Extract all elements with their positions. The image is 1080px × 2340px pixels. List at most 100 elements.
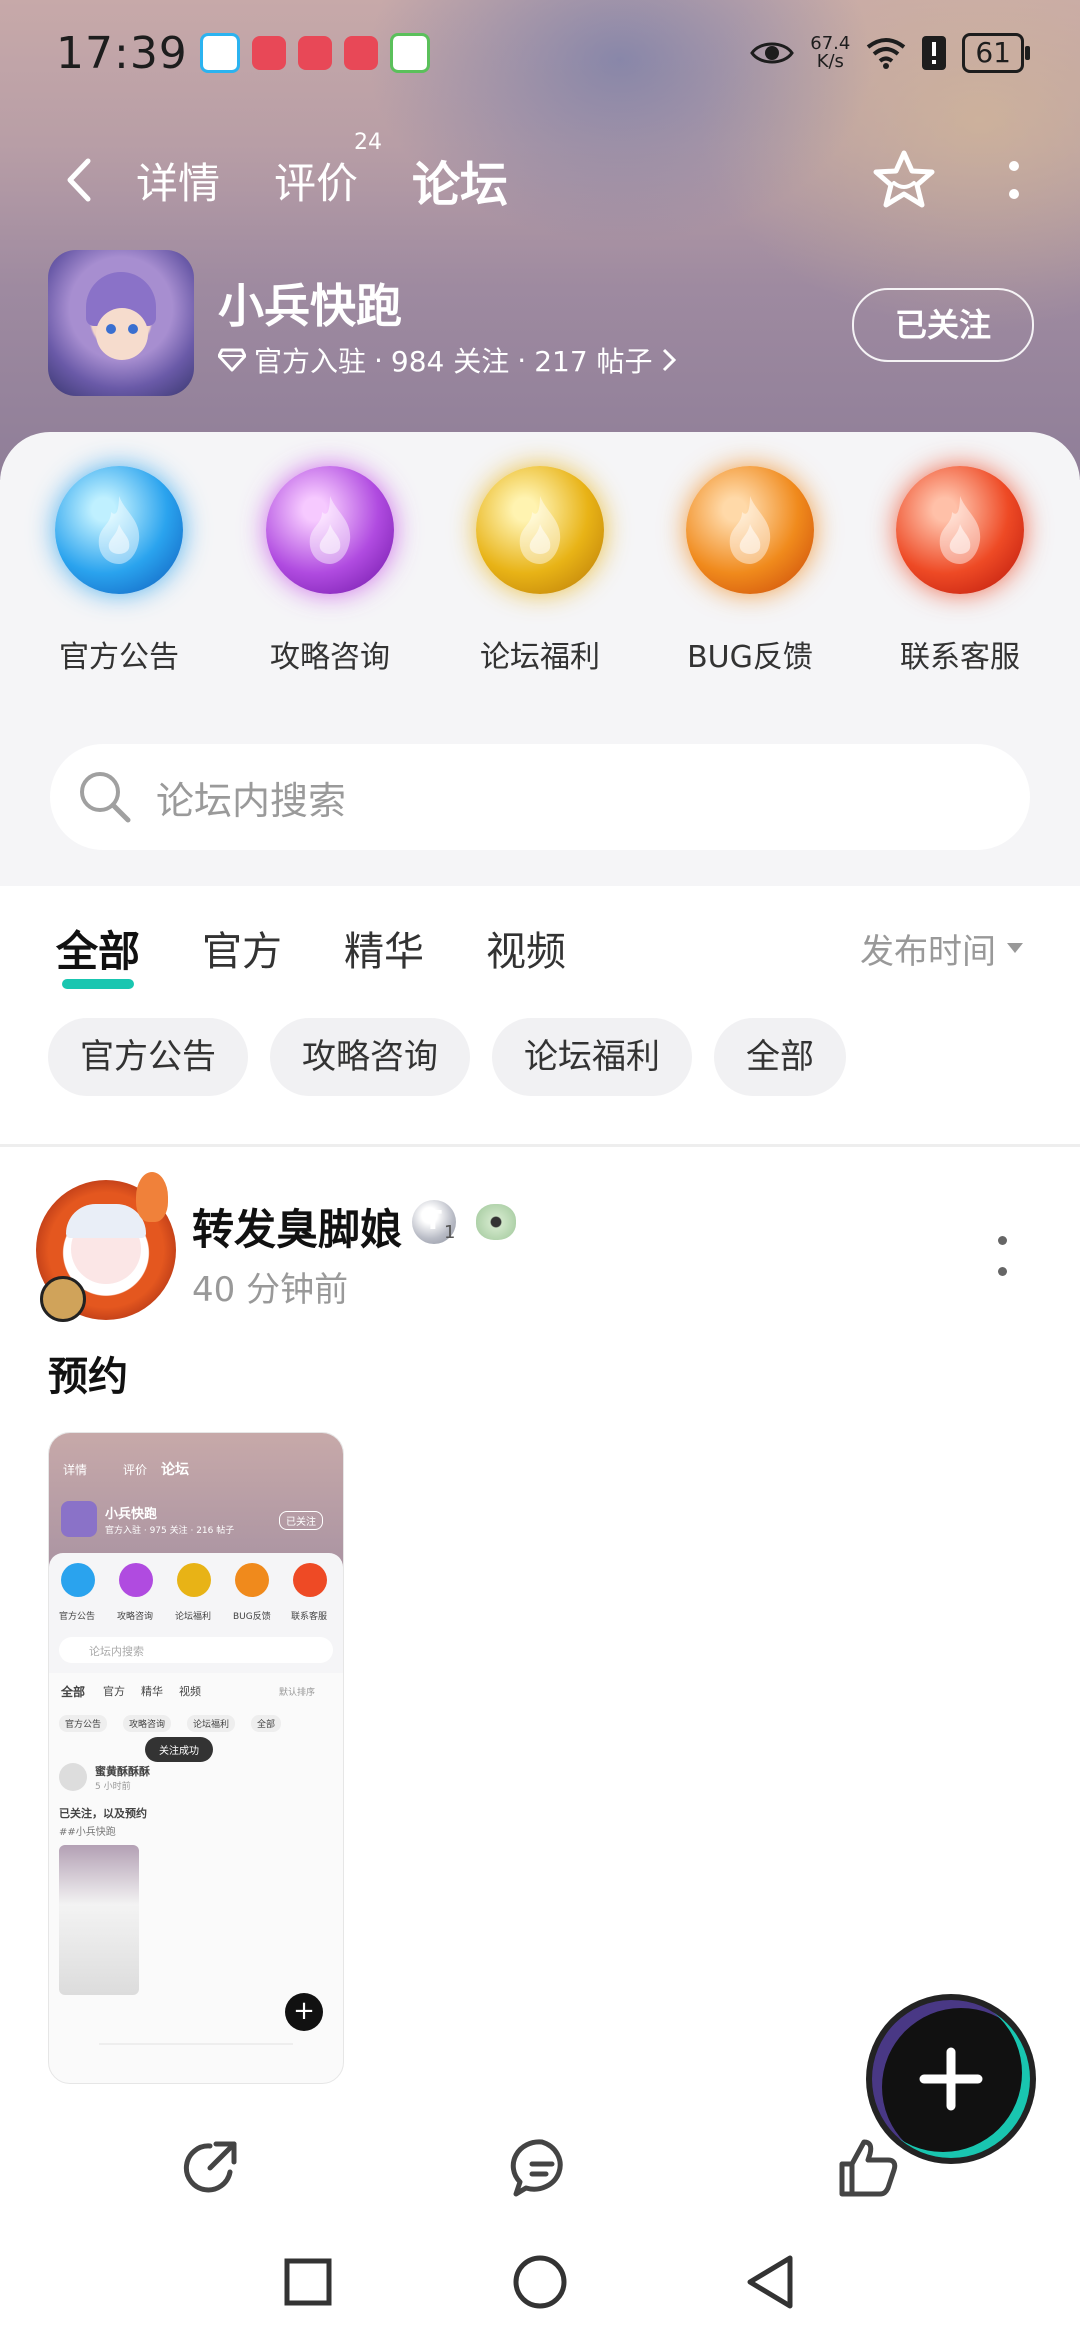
tab-forum-label: 论坛 bbox=[412, 157, 509, 213]
thumb-feed-tab: 精华 bbox=[141, 1685, 163, 1698]
thumb-chip: 论坛福利 bbox=[187, 1715, 236, 1732]
category-label: 联系客服 bbox=[900, 640, 1020, 675]
wifi-icon bbox=[867, 38, 906, 69]
thumb-meta: 官方入驻 · 975 关注 · 216 帖子 bbox=[105, 1526, 235, 1536]
category-label: 攻略咨询 bbox=[270, 640, 390, 675]
alert-icon bbox=[922, 36, 947, 70]
thumb-tab: 详情 bbox=[63, 1463, 88, 1477]
thumb-cat: 论坛福利 bbox=[175, 1612, 212, 1622]
thumb-feed-tab: 官方 bbox=[103, 1685, 125, 1698]
medal-icon bbox=[476, 1204, 516, 1240]
thumb-cat: 官方公告 bbox=[59, 1612, 96, 1622]
more-vertical-icon[interactable] bbox=[1008, 160, 1020, 200]
recent-apps-button[interactable] bbox=[278, 2252, 338, 2312]
tab-reviews-label: 评价 bbox=[274, 158, 359, 208]
battery-indicator: 61 bbox=[962, 33, 1030, 73]
like-button[interactable] bbox=[826, 2126, 910, 2210]
feed-tab-featured[interactable]: 精华 bbox=[344, 919, 424, 977]
app-icon bbox=[251, 36, 286, 70]
thumb-search: 论坛内搜索 bbox=[89, 1645, 144, 1658]
chip-official-announcement[interactable]: 官方公告 bbox=[48, 1018, 248, 1096]
fire-orb-icon bbox=[266, 466, 394, 594]
category-label: 论坛福利 bbox=[480, 640, 600, 675]
category-guide-consult[interactable]: 攻略咨询 bbox=[245, 466, 415, 676]
chip-all[interactable]: 全部 bbox=[714, 1018, 846, 1096]
feed-tab-official[interactable]: 官方 bbox=[202, 919, 282, 977]
thumb-chip: 攻略咨询 bbox=[123, 1715, 172, 1732]
thumb-post-title: 已关注，以及预约 bbox=[59, 1807, 147, 1820]
forum-search-input[interactable]: 论坛内搜索 bbox=[50, 744, 1030, 850]
user-avatar[interactable] bbox=[36, 1172, 176, 1322]
home-button[interactable] bbox=[510, 2252, 570, 2312]
review-count-badge: 24 bbox=[354, 129, 383, 155]
share-button[interactable] bbox=[170, 2126, 254, 2210]
follow-button[interactable]: 已关注 bbox=[852, 288, 1034, 362]
fire-orb-icon bbox=[476, 466, 604, 594]
game-name: 小兵快跑 bbox=[218, 279, 402, 333]
status-bar: 17:39 67.4 K/s 61 bbox=[56, 18, 1030, 88]
diamond-icon bbox=[218, 348, 246, 372]
caret-down-icon bbox=[1007, 943, 1023, 953]
thumbs-up-icon bbox=[839, 2139, 898, 2197]
thumb-tab: 评价 bbox=[123, 1463, 148, 1477]
favorite-star-icon[interactable] bbox=[872, 149, 936, 211]
fire-orb-icon bbox=[55, 466, 183, 594]
search-placeholder: 论坛内搜索 bbox=[156, 778, 347, 823]
tab-forum[interactable]: 论坛 bbox=[412, 145, 509, 221]
back-icon[interactable] bbox=[60, 155, 100, 205]
official-label: 官方入驻 bbox=[254, 345, 367, 378]
category-official-announcement[interactable]: 官方公告 bbox=[34, 466, 204, 676]
post-author-name[interactable]: 转发臭脚娘 bbox=[192, 1196, 402, 1257]
circle-icon bbox=[513, 2255, 567, 2309]
filter-chips: 官方公告 攻略咨询 论坛福利 全部 bbox=[48, 1018, 846, 1096]
thumb-feed-tab: 全部 bbox=[61, 1685, 86, 1699]
sort-dropdown[interactable]: 发布时间 bbox=[860, 924, 1024, 973]
thumb-game-name: 小兵快跑 bbox=[105, 1507, 158, 1522]
chip-forum-welfare[interactable]: 论坛福利 bbox=[492, 1018, 692, 1096]
tab-details-label: 详情 bbox=[136, 158, 221, 208]
thumb-feed-tab: 视频 bbox=[179, 1685, 201, 1698]
game-meta[interactable]: 官方入驻 · 984 关注 · 217 帖子 bbox=[218, 340, 677, 380]
meta-separator: · bbox=[374, 343, 383, 377]
thumb-cat: BUG反馈 bbox=[233, 1612, 271, 1622]
comment-button[interactable] bbox=[500, 2126, 584, 2210]
app-icon bbox=[199, 33, 240, 73]
triangle-back-icon bbox=[747, 2255, 793, 2309]
post-image[interactable]: 详情 评价 论坛 小兵快跑 官方入驻 · 975 关注 · 216 帖子 已关注… bbox=[48, 1432, 344, 2084]
category-label: 官方公告 bbox=[59, 640, 179, 675]
feed-tabs: 全部 官方 精华 视频 发布时间 bbox=[56, 918, 1024, 989]
square-icon bbox=[284, 2258, 332, 2306]
thumb-tab: 论坛 bbox=[161, 1462, 189, 1478]
network-speed-unit: K/s bbox=[816, 51, 844, 72]
thumb-sort: 默认排序 bbox=[279, 1688, 316, 1698]
category-label: BUG反馈 bbox=[687, 640, 813, 675]
badge-level: 1 bbox=[444, 1222, 456, 1243]
status-time: 17:39 bbox=[56, 27, 188, 79]
category-bug-report[interactable]: BUG反馈 bbox=[665, 466, 835, 676]
fire-orb-icon bbox=[686, 466, 814, 594]
category-forum-welfare[interactable]: 论坛福利 bbox=[455, 466, 625, 676]
eye-icon bbox=[750, 42, 795, 64]
game-icon[interactable] bbox=[48, 250, 194, 396]
post-title[interactable]: 预约 bbox=[48, 1344, 128, 1402]
post-time: 40 分钟前 bbox=[192, 1270, 349, 1310]
chip-guide-consult[interactable]: 攻略咨询 bbox=[270, 1018, 470, 1096]
meta-separator: · bbox=[517, 343, 527, 377]
search-icon bbox=[80, 772, 131, 823]
thumb-post-author: 蜜黄酥酥酥 bbox=[95, 1765, 150, 1778]
post-more-icon[interactable] bbox=[990, 1236, 1014, 1276]
tab-details[interactable]: 详情 bbox=[136, 150, 220, 211]
sort-label: 发布时间 bbox=[860, 931, 996, 972]
category-customer-service[interactable]: 联系客服 bbox=[875, 466, 1045, 676]
feed-tab-all[interactable]: 全部 bbox=[56, 918, 140, 989]
system-nav-bar bbox=[0, 2232, 1080, 2332]
app-icon bbox=[297, 36, 332, 70]
thumb-cat: 联系客服 bbox=[291, 1612, 328, 1622]
app-icon bbox=[389, 33, 430, 73]
feed-tab-video[interactable]: 视频 bbox=[486, 919, 566, 977]
back-nav-button[interactable] bbox=[740, 2252, 800, 2312]
tab-reviews[interactable]: 评价 24 bbox=[274, 130, 382, 211]
app-icon bbox=[343, 36, 378, 70]
thumb-follow: 已关注 bbox=[279, 1511, 323, 1530]
chevron-right-icon bbox=[662, 348, 676, 372]
